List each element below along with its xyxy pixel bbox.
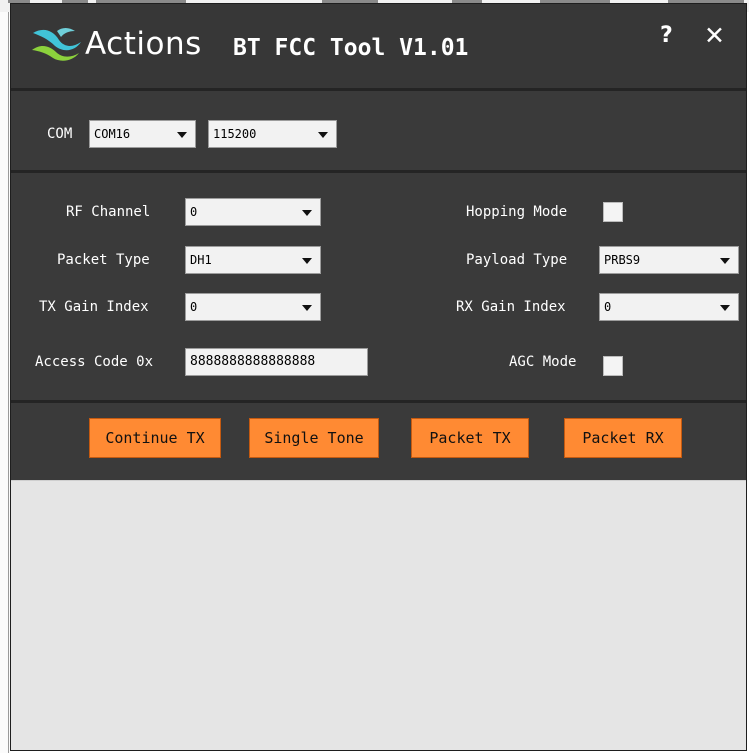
- packet-type-label: Packet Type: [57, 252, 150, 268]
- rx-gain-index-select[interactable]: 0: [599, 293, 739, 321]
- agc-mode-label: AGC Mode: [509, 354, 577, 370]
- settings-separator: [11, 400, 746, 403]
- packet-tx-button[interactable]: Packet TX: [411, 418, 529, 458]
- continue-tx-button[interactable]: Continue TX: [89, 418, 221, 458]
- serial-separator: [11, 170, 746, 173]
- payload-type-select[interactable]: PRBS9: [599, 246, 739, 274]
- com-label: COM: [47, 126, 73, 142]
- chevron-down-icon: [302, 210, 312, 216]
- access-code-input[interactable]: 8888888888888888: [185, 348, 368, 376]
- payload-type-label: Payload Type: [466, 252, 568, 268]
- rf-channel-label: RF Channel: [66, 204, 151, 220]
- baud-rate-select[interactable]: 115200: [208, 120, 337, 148]
- chevron-down-icon: [720, 258, 730, 264]
- title-bar[interactable]: Actions BT FCC Tool V1.01 ? ✕: [11, 4, 746, 88]
- tx-gain-index-label: TX Gain Index: [39, 299, 149, 315]
- close-button[interactable]: ✕: [704, 22, 725, 50]
- chevron-down-icon: [302, 258, 312, 264]
- chevron-down-icon: [177, 132, 187, 138]
- rx-gain-index-label: RX Gain Index: [456, 299, 566, 315]
- payload-type-value: PRBS9: [604, 253, 641, 267]
- baud-rate-value: 115200: [213, 127, 257, 141]
- title-separator: [11, 88, 746, 91]
- background-window-edge: [0, 12, 10, 753]
- com-port-select[interactable]: COM16: [89, 120, 196, 148]
- window-title: BT FCC Tool V1.01: [233, 35, 469, 61]
- chevron-down-icon: [318, 132, 328, 138]
- rf-channel-select[interactable]: 0: [185, 198, 321, 226]
- chevron-down-icon: [720, 305, 730, 311]
- app-brand: Actions: [85, 26, 202, 62]
- rf-channel-value: 0: [190, 205, 198, 219]
- access-code-label: Access Code 0x: [35, 354, 154, 370]
- agc-mode-checkbox[interactable]: [603, 356, 623, 376]
- help-button[interactable]: ?: [660, 24, 673, 48]
- tx-gain-index-value: 0: [190, 300, 198, 314]
- packet-rx-button[interactable]: Packet RX: [564, 418, 682, 458]
- actions-logo-icon: [32, 28, 81, 61]
- hopping-mode-label: Hopping Mode: [466, 204, 568, 220]
- packet-type-value: DH1: [190, 253, 212, 267]
- single-tone-button[interactable]: Single Tone: [249, 418, 379, 458]
- log-output-area[interactable]: [11, 480, 746, 750]
- fcc-tool-window: Actions BT FCC Tool V1.01 ? ✕ COM COM16 …: [10, 3, 747, 751]
- packet-type-select[interactable]: DH1: [185, 246, 321, 274]
- tx-gain-index-select[interactable]: 0: [185, 293, 321, 321]
- hopping-mode-checkbox[interactable]: [603, 202, 623, 222]
- com-port-value: COM16: [94, 127, 131, 141]
- chevron-down-icon: [302, 305, 312, 311]
- rx-gain-index-value: 0: [604, 300, 612, 314]
